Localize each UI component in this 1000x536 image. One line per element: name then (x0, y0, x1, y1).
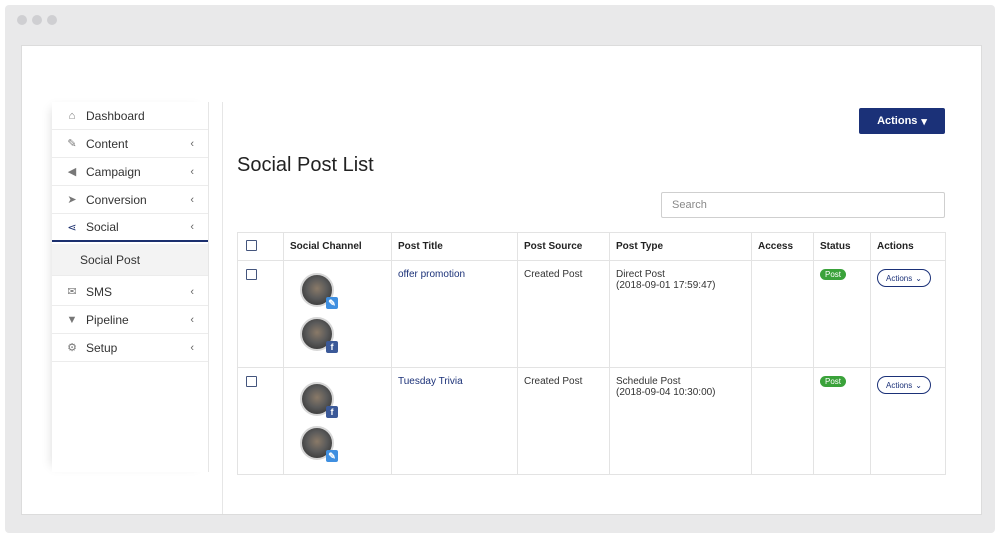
megaphone-icon: ◀ (67, 166, 77, 178)
sidebar-item-label: Social Post (80, 252, 141, 267)
sidebar-item-label: Conversion (86, 192, 147, 207)
select-all-cell (237, 232, 284, 261)
sidebar-item-social[interactable]: ⋖ Social ‹ (52, 214, 208, 242)
channel-avatars: f ✎ (290, 376, 385, 466)
column-header-post-title[interactable]: Post Title (391, 232, 518, 261)
social-channel-cell: ✎ f (283, 260, 392, 368)
access-cell (751, 367, 814, 475)
gear-icon: ⚙ (67, 342, 77, 354)
post-type-date: (2018-09-01 17:59:47) (616, 280, 716, 291)
social-post-table: Social Channel Post Title Post Source Po… (237, 232, 946, 475)
sidebar-item-label: Campaign (86, 164, 141, 179)
status-badge: Post (820, 269, 847, 280)
column-header-status[interactable]: Status (813, 232, 871, 261)
pencil-icon: ✎ (326, 450, 338, 462)
sidebar-item-label: SMS (86, 284, 113, 299)
window-dot[interactable] (47, 15, 57, 25)
sidebar-item-label: Dashboard (86, 108, 145, 123)
caret-down-icon: ▾ (921, 115, 927, 128)
window-controls (17, 15, 57, 25)
post-type-label: Schedule Post (616, 376, 681, 387)
row-checkbox[interactable] (246, 269, 257, 280)
actions-dropdown-button[interactable]: Actions ▾ (859, 108, 945, 134)
window-dot[interactable] (17, 15, 27, 25)
chevron-down-icon: ⌄ (915, 380, 922, 390)
window-dot[interactable] (32, 15, 42, 25)
row-select-cell (237, 367, 284, 475)
chevron-left-icon: ‹ (190, 165, 194, 178)
access-cell (751, 260, 814, 368)
sidebar-item-label: Setup (86, 340, 118, 355)
actions-cell: Actions ⌄ (870, 260, 946, 368)
row-checkbox[interactable] (246, 376, 257, 387)
app-screen: ⌂ Dashboard ✎ Content ‹ ◀ Campaign ‹ ➤ C… (21, 45, 982, 515)
pencil-icon: ✎ (326, 297, 338, 309)
sidebar-item-campaign[interactable]: ◀ Campaign ‹ (52, 158, 208, 186)
chevron-down-icon: ⌄ (915, 273, 922, 283)
post-type-date: (2018-09-04 10:30:00) (616, 387, 716, 398)
social-channel-cell: f ✎ (283, 367, 392, 475)
page-title: Social Post List (237, 154, 374, 176)
filter-icon: ▼ (66, 313, 78, 326)
status-cell: Post (813, 367, 871, 475)
share-icon: ⋖ (67, 221, 77, 234)
sidebar-item-sms[interactable]: ✉ SMS ‹ (52, 278, 208, 306)
row-actions-label: Actions (886, 273, 913, 283)
table-row: f ✎ Tuesday Trivia Created Post Schedule… (237, 367, 946, 475)
channel-avatars: ✎ f (290, 269, 385, 359)
column-header-post-type[interactable]: Post Type (609, 232, 752, 261)
sidebar-item-label: Pipeline (86, 312, 129, 327)
chevron-left-icon: ‹ (190, 341, 194, 354)
post-title-cell: offer promotion (391, 260, 518, 368)
search-input[interactable] (661, 192, 945, 218)
chevron-left-icon: ‹ (190, 313, 194, 326)
chevron-left-icon: ‹ (190, 285, 194, 298)
table-row: ✎ f offer promotion Created Post Direct … (237, 260, 946, 368)
column-header-actions: Actions (870, 232, 946, 261)
post-type-cell: Schedule Post (2018-09-04 10:30:00) (609, 367, 752, 475)
status-cell: Post (813, 260, 871, 368)
facebook-icon: f (326, 406, 338, 418)
select-all-checkbox[interactable] (246, 239, 257, 251)
post-title-link[interactable]: offer promotion (398, 269, 465, 280)
sidebar-item-setup[interactable]: ⚙ Setup ‹ (52, 334, 208, 362)
post-type-cell: Direct Post (2018-09-01 17:59:47) (609, 260, 752, 368)
status-badge: Post (820, 376, 847, 387)
column-header-social-channel[interactable]: Social Channel (283, 232, 392, 261)
sidebar-item-content[interactable]: ✎ Content ‹ (52, 130, 208, 158)
post-title-link[interactable]: Tuesday Trivia (398, 376, 463, 387)
row-actions-label: Actions (886, 380, 913, 390)
post-source-cell: Created Post (517, 260, 610, 368)
chevron-left-icon: ‹ (190, 221, 194, 233)
home-icon: ⌂ (68, 109, 76, 122)
chevron-left-icon: ‹ (190, 137, 194, 150)
post-title-cell: Tuesday Trivia (391, 367, 518, 475)
row-actions-button[interactable]: Actions ⌄ (877, 269, 931, 287)
sidebar-item-pipeline[interactable]: ▼ Pipeline ‹ (52, 306, 208, 334)
sidebar-item-label: Social (86, 220, 119, 234)
chevron-left-icon: ‹ (190, 193, 194, 206)
sidebar: ⌂ Dashboard ✎ Content ‹ ◀ Campaign ‹ ➤ C… (52, 102, 209, 472)
column-header-post-source[interactable]: Post Source (517, 232, 610, 261)
main-content: Actions ▾ Social Post List Social Channe… (222, 102, 957, 514)
envelope-icon: ✉ (67, 286, 77, 298)
post-source-cell: Created Post (517, 367, 610, 475)
facebook-icon: f (326, 341, 338, 353)
sidebar-item-conversion[interactable]: ➤ Conversion ‹ (52, 186, 208, 214)
table-header-row: Social Channel Post Title Post Source Po… (237, 232, 946, 261)
actions-cell: Actions ⌄ (870, 367, 946, 475)
cursor-icon: ➤ (67, 194, 77, 206)
sidebar-item-label: Content (86, 136, 129, 151)
actions-button-label: Actions (877, 115, 918, 127)
edit-icon: ✎ (67, 138, 77, 150)
column-header-access[interactable]: Access (751, 232, 814, 261)
post-type-label: Direct Post (616, 269, 665, 280)
row-actions-button[interactable]: Actions ⌄ (877, 376, 931, 394)
sidebar-item-dashboard[interactable]: ⌂ Dashboard (52, 102, 208, 130)
sidebar-subitem-social-post[interactable]: Social Post (52, 244, 208, 276)
browser-frame: ⌂ Dashboard ✎ Content ‹ ◀ Campaign ‹ ➤ C… (5, 5, 995, 533)
row-select-cell (237, 260, 284, 368)
